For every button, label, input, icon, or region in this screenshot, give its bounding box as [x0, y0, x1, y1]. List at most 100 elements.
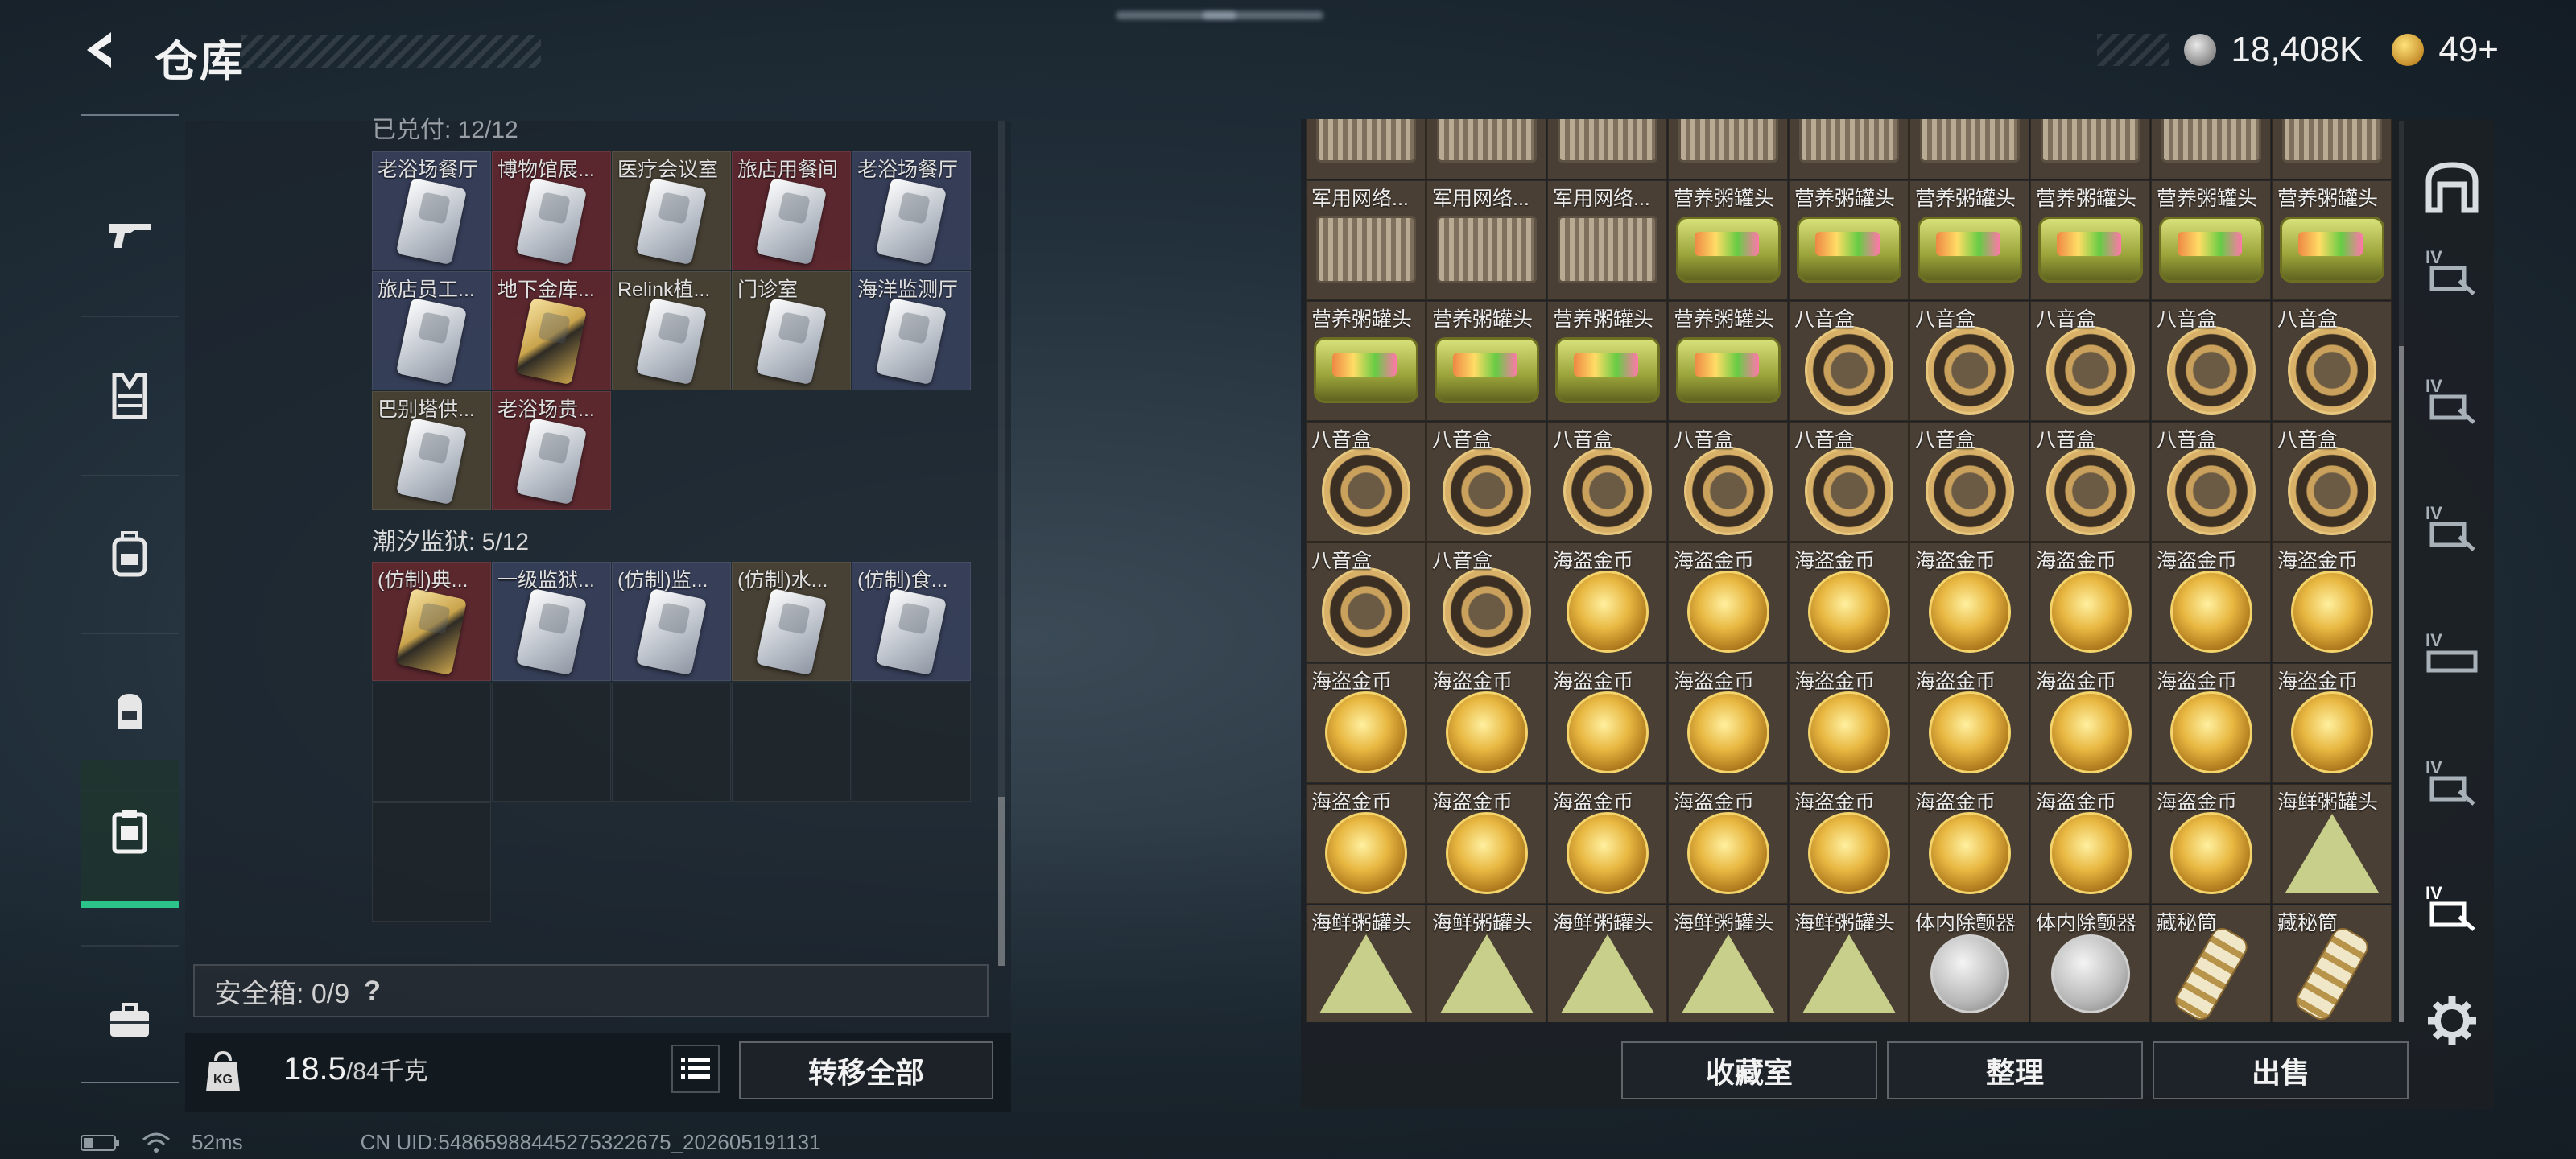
key-card-slot[interactable]: 老浴场餐厅 — [372, 151, 491, 270]
warehouse-item-slot[interactable] — [1909, 119, 2029, 179]
key-card-slot[interactable]: 门诊室 — [732, 271, 851, 390]
warehouse-item-slot[interactable]: 军用网络... — [1547, 180, 1667, 300]
warehouse-item-slot[interactable] — [1789, 119, 1909, 179]
right-scrollbar-thumb[interactable] — [2399, 346, 2404, 1022]
warehouse-item-slot[interactable]: 海盗金币 — [1668, 542, 1788, 662]
transfer-all-button[interactable]: 转移全部 — [739, 1041, 993, 1099]
warehouse-item-slot[interactable]: 军用网络... — [1426, 180, 1546, 300]
warehouse-item-slot[interactable]: 海盗金币 — [1306, 784, 1426, 904]
warehouse-item-slot[interactable]: 营养粥罐头 — [1306, 301, 1426, 421]
warehouse-item-slot[interactable]: 海盗金币 — [1668, 784, 1788, 904]
warehouse-item-slot[interactable]: 海盗金币 — [1789, 542, 1909, 662]
warehouse-item-slot[interactable]: 八音盒 — [2151, 301, 2271, 421]
warehouse-item-slot[interactable]: 体内除颤器 — [1909, 905, 2029, 1022]
warehouse-item-slot[interactable]: 海鲜粥罐头 — [1789, 905, 1909, 1022]
key-card-slot[interactable]: 旅店员工... — [372, 271, 491, 390]
warehouse-item-slot[interactable]: 八音盒 — [2030, 301, 2150, 421]
warehouse-item-slot[interactable]: 营养粥罐头 — [1668, 301, 1788, 421]
warehouse-item-slot[interactable]: 八音盒 — [1909, 301, 2029, 421]
warehouse-item-slot[interactable] — [2030, 119, 2150, 179]
warehouse-item-slot[interactable] — [2272, 119, 2392, 179]
warehouse-item-slot[interactable]: 海鲜粥罐头 — [1306, 905, 1426, 1022]
warehouse-item-slot[interactable]: 八音盒 — [1426, 542, 1546, 662]
warehouse-item-slot[interactable]: 八音盒 — [1547, 422, 1667, 542]
storage-tier-tab-active[interactable]: IV — [2421, 877, 2483, 938]
warehouse-item-slot[interactable]: 八音盒 — [1789, 422, 1909, 542]
warehouse-item-slot[interactable]: 海鲜粥罐头 — [2272, 784, 2392, 904]
warehouse-item-slot[interactable]: 藏秘筒 — [2272, 905, 2392, 1022]
nav-storage[interactable] — [80, 760, 179, 908]
warehouse-item-slot[interactable]: 海盗金币 — [1668, 663, 1788, 783]
warehouse-item-slot[interactable]: 八音盒 — [1909, 422, 2029, 542]
warehouse-item-slot[interactable]: 海盗金币 — [2272, 663, 2392, 783]
key-card-slot[interactable]: 巴别塔供... — [372, 391, 491, 510]
warehouse-item-slot[interactable]: 海盗金币 — [1426, 784, 1546, 904]
warehouse-item-slot[interactable]: 营养粥罐头 — [1547, 301, 1667, 421]
warehouse-item-slot[interactable]: 营养粥罐头 — [2151, 180, 2271, 300]
nav-backpack[interactable] — [80, 489, 179, 618]
gold-amount[interactable]: 49+ — [2438, 30, 2499, 70]
warehouse-item-slot[interactable]: 海盗金币 — [1789, 784, 1909, 904]
empty-slot[interactable] — [372, 802, 491, 922]
warehouse-item-slot[interactable]: 军用网络... — [1306, 180, 1426, 300]
warehouse-item-slot[interactable]: 海盗金币 — [2272, 542, 2392, 662]
nav-rig[interactable] — [80, 647, 179, 776]
warehouse-item-slot[interactable]: 海盗金币 — [2030, 663, 2150, 783]
key-card-slot[interactable]: (仿制)食... — [852, 562, 971, 681]
storage-tier-tab[interactable]: IV — [2421, 241, 2483, 303]
warehouse-item-slot[interactable]: 海盗金币 — [1547, 542, 1667, 662]
warehouse-item-slot[interactable] — [1306, 119, 1426, 179]
warehouse-item-slot[interactable]: 八音盒 — [2030, 422, 2150, 542]
key-card-slot[interactable]: 旅店用餐间 — [732, 151, 851, 270]
key-card-slot[interactable]: 地下金库... — [492, 271, 611, 390]
key-card-slot[interactable]: 老浴场餐厅 — [852, 151, 971, 270]
warehouse-item-slot[interactable]: 八音盒 — [2272, 422, 2392, 542]
warehouse-item-slot[interactable] — [1668, 119, 1788, 179]
warehouse-item-slot[interactable]: 八音盒 — [1668, 422, 1788, 542]
warehouse-item-slot[interactable]: 海鲜粥罐头 — [1668, 905, 1788, 1022]
warehouse-item-slot[interactable]: 八音盒 — [1426, 422, 1546, 542]
key-card-slot[interactable]: 医疗会议室 — [612, 151, 731, 270]
room-tab[interactable] — [2421, 156, 2483, 217]
warehouse-item-slot[interactable]: 海盗金币 — [1909, 784, 2029, 904]
key-card-slot[interactable]: 博物馆展... — [492, 151, 611, 270]
empty-slot[interactable] — [852, 683, 971, 802]
key-card-slot[interactable]: Relink植... — [612, 271, 731, 390]
warehouse-item-slot[interactable]: 营养粥罐头 — [1426, 301, 1546, 421]
sell-button[interactable]: 出售 — [2153, 1041, 2409, 1099]
help-icon[interactable]: ? — [364, 975, 381, 1007]
key-card-slot[interactable]: 一级监狱... — [492, 562, 611, 681]
warehouse-item-slot[interactable]: 八音盒 — [1306, 542, 1426, 662]
warehouse-item-slot[interactable]: 八音盒 — [2272, 301, 2392, 421]
warehouse-item-slot[interactable]: 营养粥罐头 — [1909, 180, 2029, 300]
empty-slot[interactable] — [612, 683, 731, 802]
warehouse-item-slot[interactable]: 八音盒 — [1306, 422, 1426, 542]
warehouse-item-slot[interactable]: 八音盒 — [2151, 422, 2271, 542]
warehouse-item-slot[interactable] — [1426, 119, 1546, 179]
empty-slot[interactable] — [492, 683, 611, 802]
warehouse-item-slot[interactable]: 海盗金币 — [1547, 663, 1667, 783]
warehouse-item-slot[interactable]: 海盗金币 — [2030, 542, 2150, 662]
empty-slot[interactable] — [372, 683, 491, 802]
warehouse-item-slot[interactable]: 海盗金币 — [1426, 663, 1546, 783]
warehouse-item-slot[interactable]: 海盗金币 — [1306, 663, 1426, 783]
warehouse-item-slot[interactable]: 海盗金币 — [2151, 784, 2271, 904]
key-card-slot[interactable]: (仿制)水... — [732, 562, 851, 681]
warehouse-item-slot[interactable]: 八音盒 — [1789, 301, 1909, 421]
key-card-slot[interactable]: (仿制)典... — [372, 562, 491, 681]
warehouse-item-slot[interactable]: 海盗金币 — [2151, 542, 2271, 662]
storage-tier-tab[interactable]: IV — [2421, 497, 2483, 559]
safe-box-bar[interactable]: 安全箱: 0/9 ? — [193, 964, 989, 1017]
warehouse-item-slot[interactable]: 营养粥罐头 — [2272, 180, 2392, 300]
storage-tier-tab[interactable]: IV — [2421, 752, 2483, 813]
warehouse-item-slot[interactable]: 海盗金币 — [2151, 663, 2271, 783]
key-card-slot[interactable]: (仿制)监... — [612, 562, 731, 681]
warehouse-item-slot[interactable] — [1547, 119, 1667, 179]
nav-briefcase[interactable] — [80, 961, 179, 1082]
key-card-slot[interactable]: 海洋监测厅 — [852, 271, 971, 390]
storage-tier-tab[interactable]: IV — [2421, 370, 2483, 431]
warehouse-item-slot[interactable]: 海盗金币 — [1909, 542, 2029, 662]
back-button[interactable] — [77, 26, 126, 74]
left-scrollbar-thumb[interactable] — [998, 797, 1005, 966]
warehouse-item-slot[interactable]: 海盗金币 — [1547, 784, 1667, 904]
